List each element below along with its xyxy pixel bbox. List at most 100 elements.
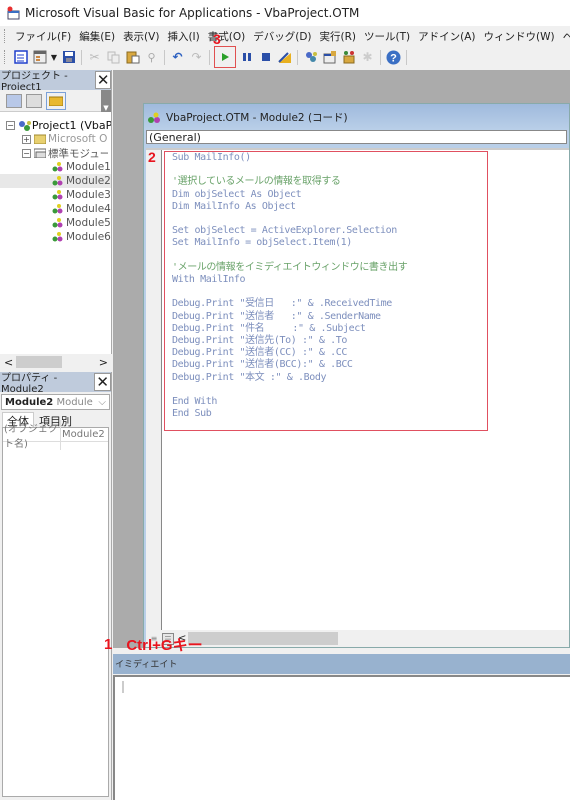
reset-button[interactable] bbox=[257, 49, 274, 66]
tree-folder-modules[interactable]: − 標準モジュール bbox=[0, 146, 111, 160]
code-line[interactable]: Debug.Print "送信者 :" & .SenderName bbox=[172, 311, 407, 323]
code-text[interactable]: Sub MailInfo() '選択しているメールの情報を取得する Dim obj… bbox=[172, 152, 408, 420]
code-line[interactable]: Debug.Print "件名 :" & .Subject bbox=[172, 323, 407, 335]
code-line[interactable]: Debug.Print "送信先(To) :" & .To bbox=[172, 335, 407, 347]
code-comment-line[interactable]: '選択しているメールの情報を取得する bbox=[172, 176, 407, 188]
run-sub-button[interactable]: 3 bbox=[213, 31, 236, 68]
code-line[interactable] bbox=[172, 213, 407, 225]
code-line[interactable]: Dim MailInfo As Object bbox=[172, 201, 407, 213]
folder-modules-label: 標準モジュール bbox=[48, 147, 108, 160]
module-icon bbox=[52, 190, 64, 200]
insert-userform-button[interactable] bbox=[31, 49, 48, 66]
toolbar-grip[interactable] bbox=[4, 50, 7, 64]
cut-button[interactable]: ✂ bbox=[86, 49, 103, 66]
collapse-icon[interactable]: − bbox=[6, 120, 15, 130]
properties-window-button[interactable] bbox=[321, 49, 338, 66]
copy-icon bbox=[107, 51, 119, 64]
view-object-pane-button[interactable] bbox=[26, 93, 42, 108]
code-line[interactable]: Debug.Print "送信者(BCC):" & .BCC bbox=[172, 359, 407, 371]
properties-icon bbox=[323, 51, 336, 64]
tree-module-3[interactable]: Module3 bbox=[0, 188, 111, 202]
menubar-grip[interactable] bbox=[4, 29, 5, 43]
object-select-name: Module2 bbox=[5, 396, 54, 408]
code-line[interactable] bbox=[172, 286, 407, 298]
property-list: (オブジェクト名) Module2 bbox=[2, 419, 109, 797]
tree-module-1[interactable]: Module1 bbox=[0, 160, 111, 174]
code-line[interactable]: Sub MailInfo() bbox=[172, 152, 407, 164]
code-line[interactable] bbox=[172, 250, 407, 262]
redo-button[interactable]: ↷ bbox=[188, 49, 205, 66]
scroll-left-button[interactable]: < bbox=[4, 356, 13, 369]
save-icon bbox=[62, 51, 75, 63]
tree-module-2[interactable]: Module2 bbox=[0, 174, 111, 188]
menu-help[interactable]: ヘルプ(H) bbox=[559, 29, 570, 44]
module-label: Module4 bbox=[66, 203, 111, 215]
toolbox-button[interactable]: ✱ bbox=[359, 49, 376, 66]
code-line[interactable]: Set objSelect = ActiveExplorer.Selection bbox=[172, 225, 407, 237]
menu-window[interactable]: ウィンドウ(W) bbox=[480, 29, 559, 44]
project-pane-vscroll[interactable]: ▼ bbox=[101, 90, 111, 112]
scroll-right-button[interactable]: > bbox=[99, 356, 108, 369]
tree-root[interactable]: − Project1 (VbaProject.OTM) bbox=[0, 118, 111, 132]
menu-edit[interactable]: 編集(E) bbox=[75, 29, 119, 44]
code-line[interactable]: End Sub bbox=[172, 408, 407, 420]
design-mode-button[interactable] bbox=[276, 49, 293, 66]
code-line[interactable] bbox=[172, 164, 407, 176]
object-select-dropdown[interactable]: Module2 Module ⌵ bbox=[1, 394, 110, 410]
code-comment-line[interactable]: 'メールの情報をイミディエイトウィンドウに書き出す bbox=[172, 262, 408, 274]
menu-view[interactable]: 表示(V) bbox=[119, 29, 163, 44]
menu-insert[interactable]: 挿入(I) bbox=[163, 29, 203, 44]
scroll-thumb[interactable] bbox=[16, 356, 62, 368]
code-line[interactable]: End With bbox=[172, 396, 407, 408]
tree-module-6[interactable]: Module6 bbox=[0, 230, 111, 244]
insert-dropdown-button[interactable]: ▼ bbox=[50, 49, 58, 66]
project-pane-hscrollbar[interactable]: < > bbox=[0, 354, 112, 370]
code-editor[interactable]: 2 Sub MailInfo() '選択しているメールの情報を取得する Dim o… bbox=[146, 148, 569, 630]
stop-icon bbox=[261, 53, 270, 61]
object-browser-button[interactable] bbox=[340, 49, 357, 66]
code-line[interactable]: Debug.Print "送信者(CC) :" & .CC bbox=[172, 347, 407, 359]
undo-button[interactable]: ↶ bbox=[169, 49, 186, 66]
property-row[interactable]: (オブジェクト名) Module2 bbox=[3, 419, 108, 450]
menu-run[interactable]: 実行(R) bbox=[316, 29, 361, 44]
project-explorer-button[interactable] bbox=[302, 49, 319, 66]
save-button[interactable] bbox=[60, 49, 77, 66]
property-value[interactable]: Module2 bbox=[61, 429, 105, 440]
code-line[interactable]: Dim objSelect As Object bbox=[172, 189, 407, 201]
view-object-button[interactable] bbox=[12, 49, 29, 66]
immediate-window-input[interactable] bbox=[113, 675, 570, 800]
break-button[interactable] bbox=[238, 49, 255, 66]
find-button[interactable]: ⚲ bbox=[143, 49, 160, 66]
menu-tools[interactable]: ツール(T) bbox=[360, 29, 414, 44]
copy-button[interactable] bbox=[105, 49, 122, 66]
code-line[interactable]: Debug.Print "受信日 :" & .ReceivedTime bbox=[172, 298, 407, 310]
run-icon bbox=[222, 53, 229, 61]
close-project-pane-button[interactable]: ✕ bbox=[95, 71, 111, 89]
object-dropdown[interactable]: (General) bbox=[146, 130, 567, 144]
tree-module-5[interactable]: Module5 bbox=[0, 216, 111, 230]
code-line[interactable]: Set MailInfo = objSelect.Item(1) bbox=[172, 237, 407, 249]
code-margin[interactable] bbox=[146, 150, 162, 630]
help-button[interactable]: ? bbox=[385, 49, 402, 66]
code-line[interactable] bbox=[172, 384, 407, 396]
folder-icon bbox=[33, 134, 47, 145]
view-code-button[interactable] bbox=[6, 93, 22, 108]
menu-addins[interactable]: アドイン(A) bbox=[414, 29, 479, 44]
expand-icon[interactable]: + bbox=[22, 134, 31, 144]
menu-debug[interactable]: デバッグ(D) bbox=[249, 29, 315, 44]
paste-button[interactable] bbox=[124, 49, 141, 66]
toolbar-separator bbox=[81, 49, 82, 65]
code-line[interactable]: Debug.Print "本文 :" & .Body bbox=[172, 372, 407, 384]
module-icon bbox=[52, 218, 64, 228]
toggle-folders-button[interactable] bbox=[46, 91, 66, 110]
object-select-type: Module bbox=[53, 396, 93, 408]
immediate-window-title: イミディエイト bbox=[115, 660, 178, 670]
collapse-icon[interactable]: − bbox=[22, 148, 31, 158]
tree-folder-outlook[interactable]: + Microsoft Outlook bbox=[0, 132, 111, 146]
menu-format[interactable]: 書式(O) bbox=[204, 29, 249, 44]
code-hscrollbar[interactable] bbox=[188, 632, 339, 645]
menu-file[interactable]: ファイル(F) bbox=[11, 29, 75, 44]
tree-module-4[interactable]: Module4 bbox=[0, 202, 111, 216]
code-line[interactable]: With MailInfo bbox=[172, 274, 407, 286]
close-properties-pane-button[interactable]: ✕ bbox=[94, 373, 111, 391]
